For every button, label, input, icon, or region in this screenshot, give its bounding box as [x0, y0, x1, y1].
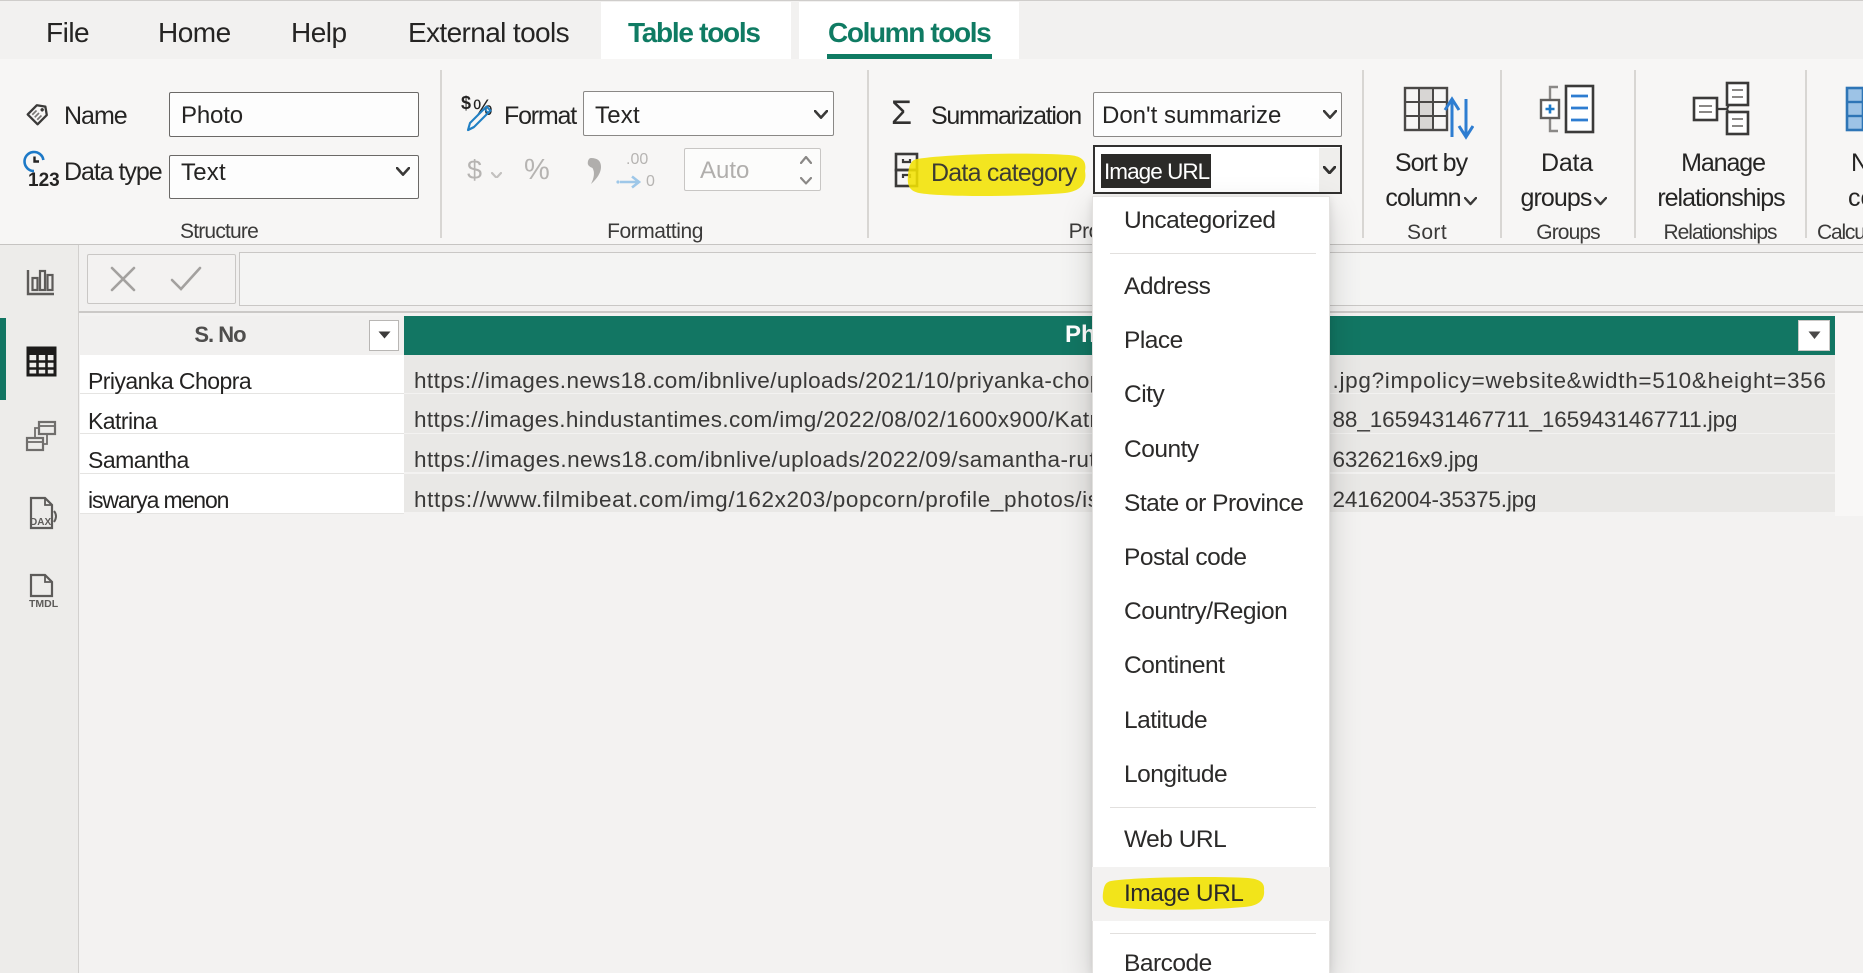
svg-text:0: 0 — [646, 173, 655, 190]
svg-text:DAX: DAX — [30, 517, 51, 528]
svg-text:$: $ — [461, 93, 471, 113]
svg-text:TMDL: TMDL — [29, 598, 59, 610]
svg-text:.00: .00 — [626, 151, 648, 168]
svg-text:123: 123 — [28, 170, 60, 191]
